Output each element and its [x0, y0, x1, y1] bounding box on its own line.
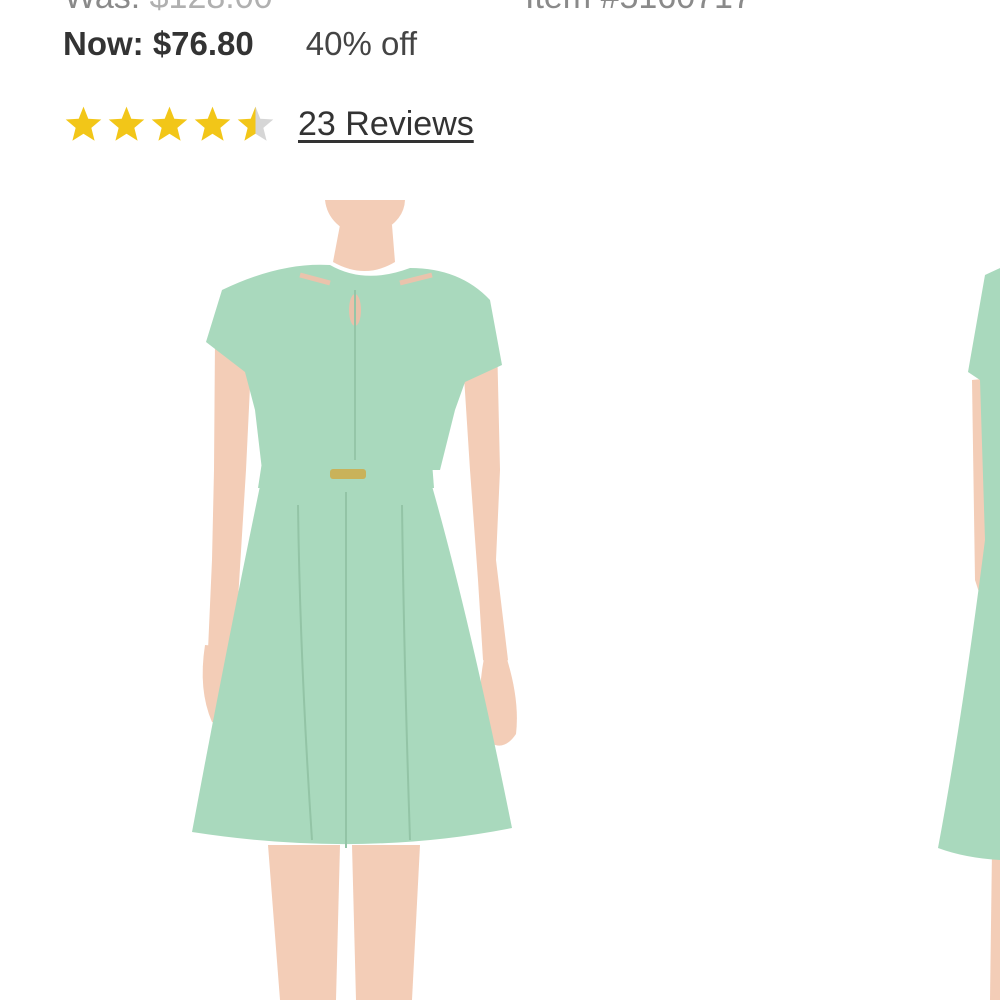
price-row: Now: $76.80 40% off — [63, 22, 417, 66]
rating-row: 23 Reviews — [63, 101, 474, 147]
discount-percent: 40% off — [305, 25, 418, 62]
star-full-icon — [65, 106, 102, 141]
dress — [192, 264, 1000, 860]
now-price: Now: $76.80 — [63, 25, 254, 62]
reviews-link[interactable]: 23 Reviews — [298, 105, 474, 144]
was-price: $128.00 — [150, 0, 273, 16]
item-number: Item #5160717 — [525, 0, 752, 17]
was-price-line: Was: $128.00 — [64, 0, 273, 17]
was-label: Was: — [64, 0, 140, 16]
star-full-icon — [194, 106, 231, 141]
product-image[interactable] — [0, 200, 1000, 1000]
star-half-icon — [237, 106, 274, 141]
dress-model-photo — [192, 200, 1000, 1000]
star-full-icon — [108, 106, 145, 141]
star-full-icon — [151, 106, 188, 141]
star-rating — [63, 104, 276, 145]
